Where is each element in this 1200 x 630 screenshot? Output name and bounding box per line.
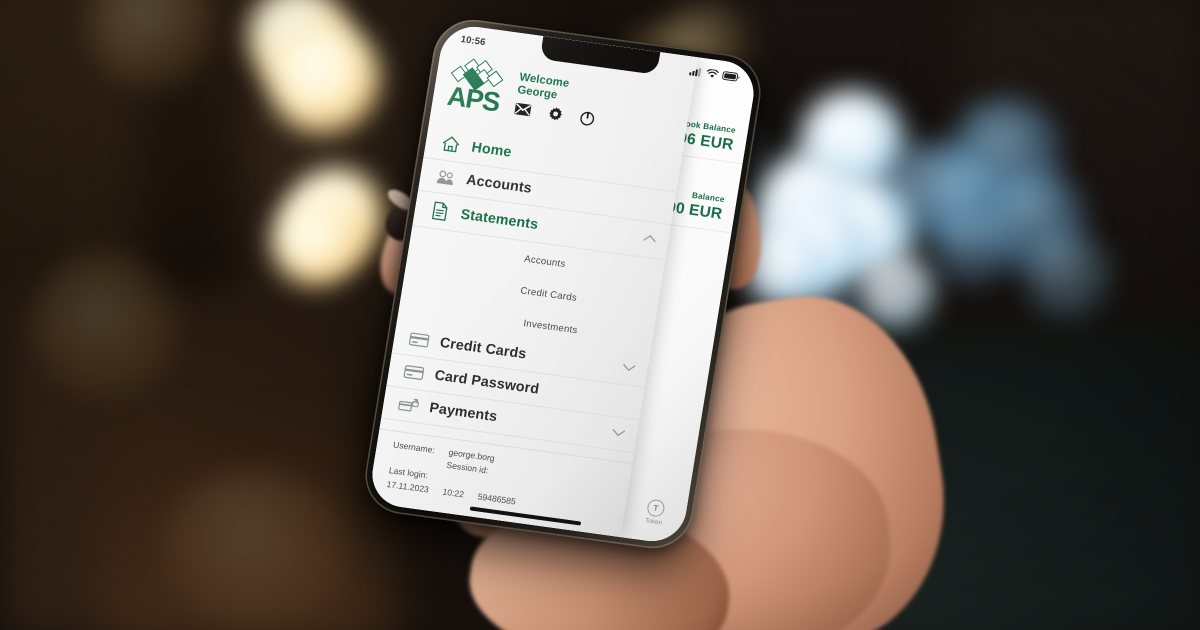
cellular-signal-icon [689,67,702,77]
menu-item-label: Card Password [433,367,541,398]
tab-token-label: Token [644,517,663,527]
phone-screen[interactable]: 10:56 Book Balance .06 EUR Balance .00 E… [367,22,759,546]
drawer-menu[interactable]: Home Accounts Statements Accounts Credit… [379,113,684,463]
menu-item-label: Credit Cards [438,335,528,363]
menu-item-label: Home [470,139,513,161]
submenu-item-label: Accounts [523,253,567,271]
mail-icon[interactable] [513,102,532,117]
welcome-message: Welcome George [516,67,570,103]
menu-item-label: Payments [428,400,499,426]
gear-icon[interactable] [547,106,564,123]
wifi-icon [706,68,719,78]
chevron-down-icon[interactable] [621,363,636,376]
chevron-up-icon[interactable] [642,234,657,247]
menu-item-label: Statements [459,206,540,233]
tab-token[interactable]: T Token [644,498,666,527]
document-icon [429,201,452,222]
credit-card-icon [403,364,425,381]
accounts-icon [434,168,456,186]
last-login-time: 10:22 [441,486,465,500]
status-time: 10:56 [459,33,487,48]
token-icon: T [646,498,666,518]
aps-logo[interactable]: APS [445,58,513,118]
chevron-down-icon[interactable] [611,428,626,441]
status-icons [689,66,741,82]
battery-icon [722,70,740,81]
home-icon [440,134,463,153]
credit-card-icon [408,332,430,349]
power-icon[interactable] [579,110,596,127]
payments-icon [397,396,419,415]
submenu-item-label: Credit Cards [519,285,578,305]
submenu-item-label: Investments [522,318,579,337]
menu-item-label: Accounts [465,172,533,197]
